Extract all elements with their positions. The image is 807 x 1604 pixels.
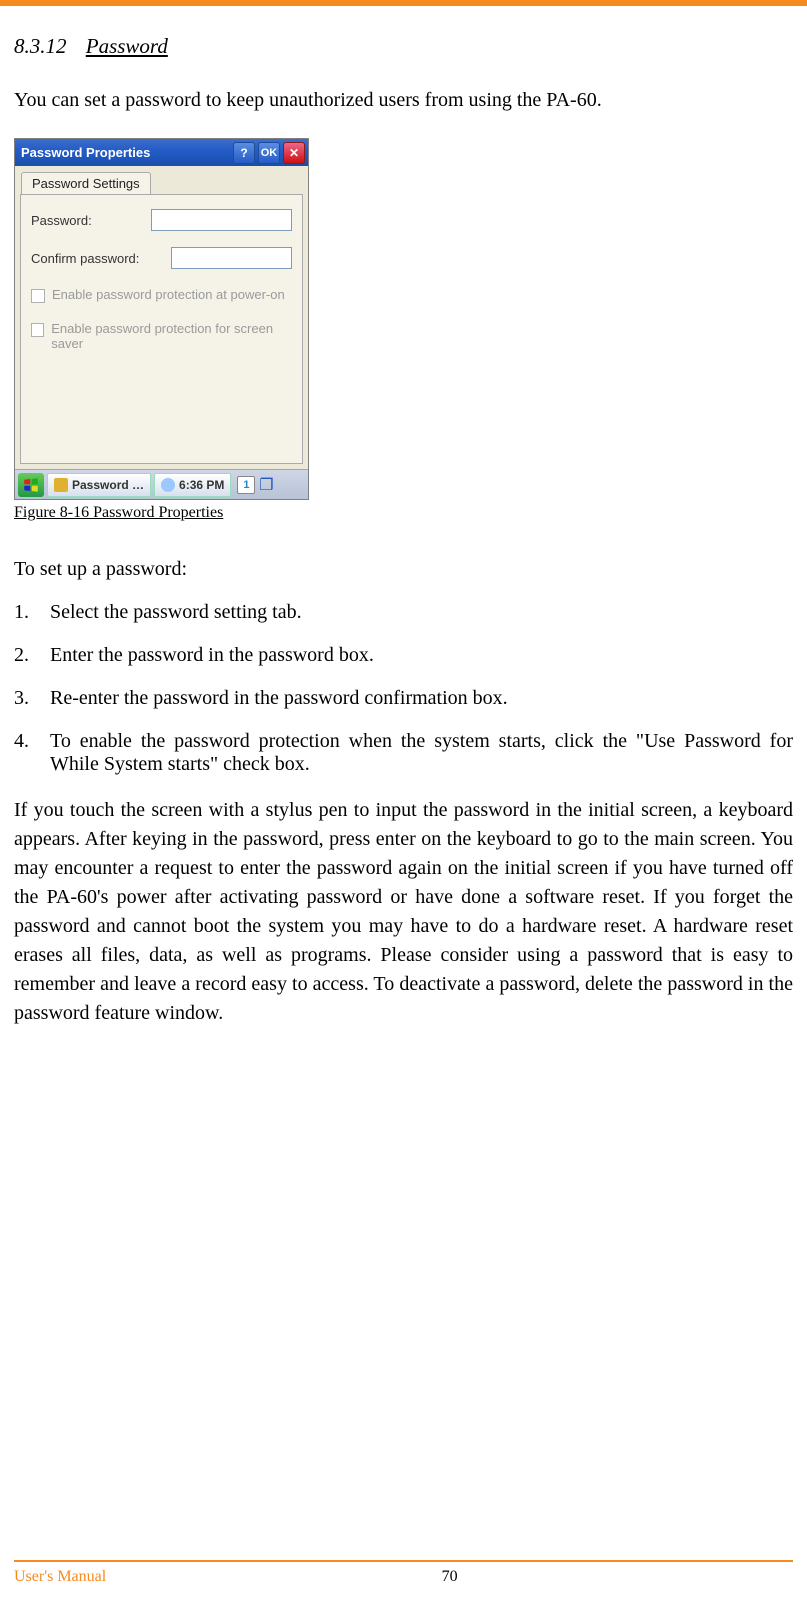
password-input[interactable] (151, 209, 292, 231)
window-titlebar: Password Properties ? OK ✕ (15, 139, 308, 166)
figure-screenshot: Password Properties ? OK ✕ Password Sett… (14, 138, 309, 500)
section-number: 8.3.12 (14, 34, 67, 58)
taskbar-item-label: Password … (72, 478, 144, 492)
close-icon: ✕ (289, 146, 299, 160)
steps-list: Select the password setting tab. Enter t… (14, 601, 793, 776)
checkbox-box-icon (31, 289, 45, 303)
tab-password-settings[interactable]: Password Settings (21, 172, 151, 194)
checkbox-poweron-label: Enable password protection at power-on (52, 287, 285, 302)
sip-button-1[interactable]: 1 (237, 476, 255, 494)
close-button[interactable]: ✕ (283, 142, 305, 164)
section-heading: 8.3.12 Password (14, 34, 793, 59)
checkbox-box-icon (31, 323, 44, 337)
tab-strip: Password Settings (15, 166, 308, 194)
taskbar: Password … 6:36 PM 1 ❐ (15, 469, 308, 499)
help-icon: ? (240, 146, 247, 160)
page-footer: User's Manual 70 (14, 1560, 793, 1586)
lock-icon (54, 478, 68, 492)
step-text: Re-enter the password in the password co… (50, 687, 508, 710)
footer-label: User's Manual (14, 1568, 106, 1586)
checkbox-poweron[interactable]: Enable password protection at power-on (31, 287, 292, 303)
clock-text: 6:36 PM (179, 478, 224, 492)
taskbar-item-password[interactable]: Password … (47, 473, 151, 497)
ok-button[interactable]: OK (258, 142, 280, 164)
confirm-password-input[interactable] (171, 247, 292, 269)
footer-page-number: 70 (106, 1568, 793, 1586)
list-item: Re-enter the password in the password co… (14, 687, 793, 710)
steps-intro: To set up a password: (14, 558, 793, 581)
step-text: Select the password setting tab. (50, 601, 302, 624)
confirm-password-label: Confirm password: (31, 251, 171, 266)
window-title: Password Properties (21, 145, 230, 160)
dialog-body: Password: Confirm password: Enable passw… (20, 194, 303, 464)
figure-caption: Figure 8-16 Password Properties (14, 504, 793, 522)
body-paragraph: If you touch the screen with a stylus pe… (14, 796, 793, 1028)
section-intro: You can set a password to keep unauthori… (14, 89, 793, 112)
list-item: Select the password setting tab. (14, 601, 793, 624)
section-title: Password (86, 34, 168, 58)
cascade-windows-icon[interactable]: ❐ (258, 477, 274, 493)
start-button[interactable] (18, 473, 44, 497)
step-text: To enable the password protection when t… (50, 730, 793, 776)
help-button[interactable]: ? (233, 142, 255, 164)
tab-label: Password Settings (32, 176, 140, 191)
checkbox-screensaver[interactable]: Enable password protection for screen sa… (31, 321, 292, 351)
step-text: Enter the password in the password box. (50, 644, 374, 667)
footer-accent-bar (14, 1560, 793, 1562)
checkbox-screensaver-label: Enable password protection for screen sa… (51, 321, 292, 351)
list-item: To enable the password protection when t… (14, 730, 793, 776)
sip-1-label: 1 (243, 479, 249, 491)
taskbar-clock[interactable]: 6:36 PM (154, 473, 231, 497)
password-label: Password: (31, 213, 151, 228)
list-item: Enter the password in the password box. (14, 644, 793, 667)
network-icon (161, 478, 175, 492)
ok-label: OK (261, 147, 278, 159)
windows-icon (22, 476, 40, 494)
